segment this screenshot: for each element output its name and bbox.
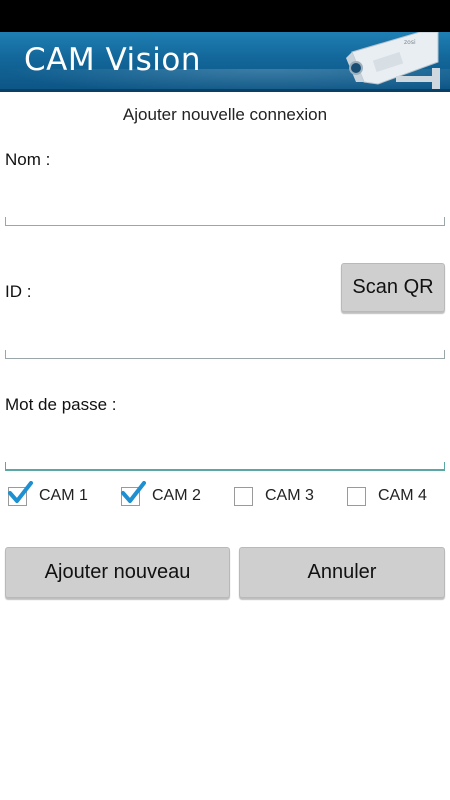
cam-3-label: CAM 3 bbox=[265, 487, 314, 504]
app-header: CAM Vision zosi bbox=[0, 32, 450, 92]
form-title: Ajouter nouvelle connexion bbox=[122, 105, 328, 124]
id-label: ID : bbox=[5, 282, 32, 301]
password-input[interactable] bbox=[5, 462, 445, 471]
checkmark-icon bbox=[8, 481, 33, 503]
id-input[interactable] bbox=[5, 350, 445, 359]
security-camera-icon: zosi bbox=[346, 32, 440, 89]
checkmark-icon bbox=[121, 481, 146, 503]
name-input[interactable] bbox=[5, 217, 445, 226]
cancel-button[interactable]: Annuler bbox=[239, 547, 445, 598]
camera-checkbox-row: CAM 1 CAM 2 CAM 3 CAM 4 bbox=[8, 481, 448, 509]
name-label: Nom : bbox=[5, 150, 51, 169]
password-label: Mot de passe : bbox=[5, 395, 117, 414]
status-bar bbox=[0, 0, 450, 32]
checkbox-box bbox=[234, 487, 253, 506]
cam-2-label: CAM 2 bbox=[152, 487, 201, 504]
add-new-button[interactable]: Ajouter nouveau bbox=[5, 547, 230, 598]
cam-1-label: CAM 1 bbox=[39, 487, 88, 504]
camera-brand-mark: zosi bbox=[404, 39, 416, 46]
cam-4-label: CAM 4 bbox=[378, 487, 427, 504]
scan-qr-button[interactable]: Scan QR bbox=[341, 263, 445, 312]
app-title: CAM Vision bbox=[24, 42, 201, 78]
checkbox-box bbox=[347, 487, 366, 506]
